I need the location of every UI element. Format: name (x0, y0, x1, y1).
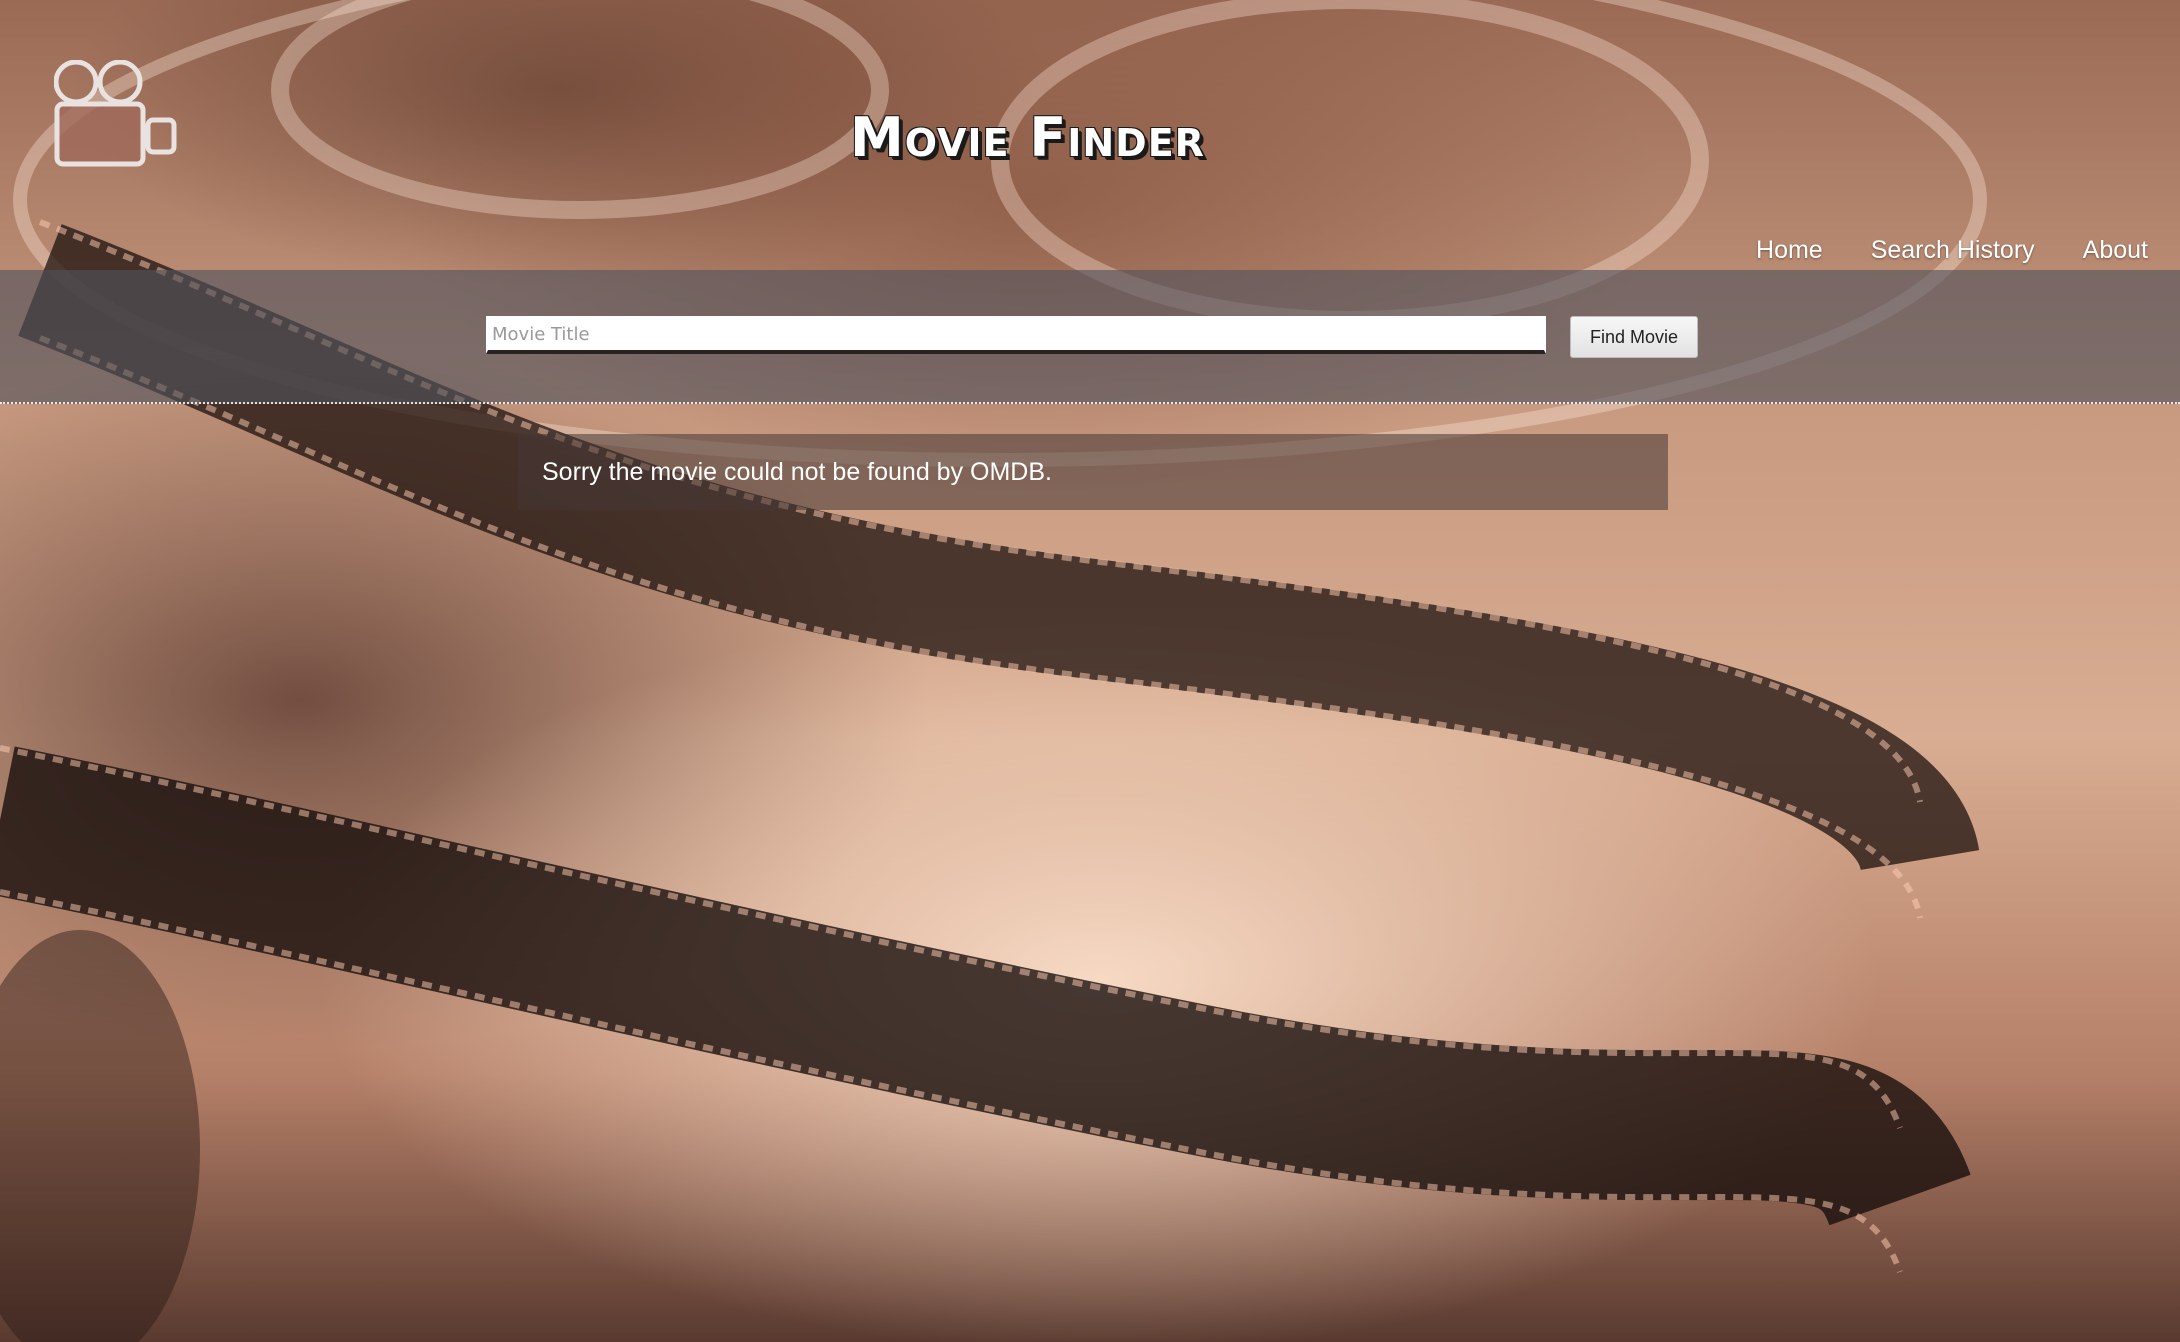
find-movie-button[interactable]: Find Movie (1570, 316, 1698, 358)
search-bar: Find Movie (0, 270, 2180, 404)
nav-search-history-link[interactable]: Search History (1871, 236, 2035, 265)
nav-home-link[interactable]: Home (1756, 236, 1823, 265)
movie-title-input[interactable] (486, 316, 1546, 354)
site-header: Movie Finder Home Search History About (0, 0, 2180, 270)
main-nav: Home Search History About (1756, 236, 2148, 265)
nav-about-link[interactable]: About (2083, 236, 2148, 265)
result-message-panel: Sorry the movie could not be found by OM… (518, 434, 1668, 510)
site-title: Movie Finder (850, 106, 1205, 169)
video-camera-icon (54, 60, 177, 167)
not-found-message: Sorry the movie could not be found by OM… (542, 458, 1052, 486)
